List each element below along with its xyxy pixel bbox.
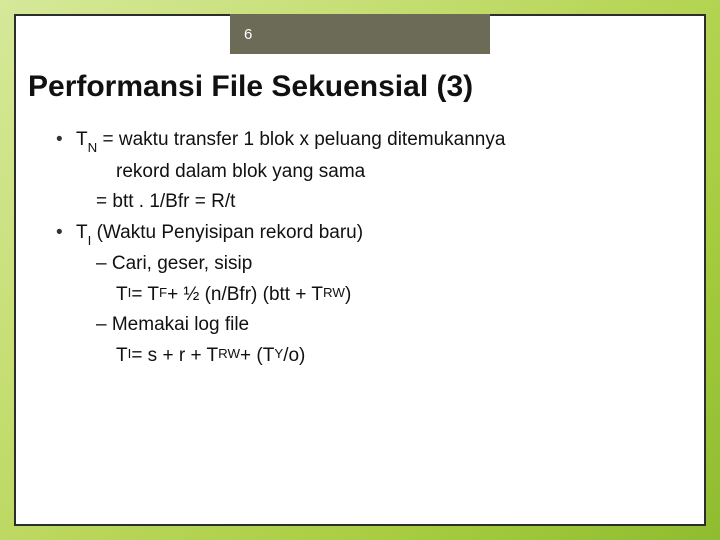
bullet-dot-icon: • xyxy=(56,126,76,155)
slide-content: • TN = waktu transfer 1 blok x peluang d… xyxy=(56,126,674,372)
indented-line: = btt . 1/Bfr = R/t xyxy=(56,188,674,217)
text: + ½ (n/Bfr) (btt + T xyxy=(167,281,323,310)
text: T xyxy=(116,281,128,310)
text: (Waktu Penyisipan rekord baru) xyxy=(91,222,363,243)
text: /o) xyxy=(283,342,305,371)
slide-title: Performansi File Sekuensial (3) xyxy=(28,70,473,104)
text: = waktu transfer 1 blok x peluang ditemu… xyxy=(97,129,505,150)
subscript: I xyxy=(88,233,92,248)
subscript: F xyxy=(159,283,167,303)
indented-line: rekord dalam blok yang sama xyxy=(56,158,674,187)
bullet-dot-icon: • xyxy=(56,219,76,248)
text: – Memakai log file xyxy=(96,311,249,340)
bullet-text: TN = waktu transfer 1 blok x peluang dit… xyxy=(76,126,674,156)
subscript: N xyxy=(88,140,98,155)
slide-inner: 6 Performansi File Sekuensial (3) • TN =… xyxy=(14,14,706,526)
subscript: I xyxy=(128,283,132,303)
text: = T xyxy=(131,281,159,310)
text: + (T xyxy=(240,342,274,371)
bullet-text: TI (Waktu Penyisipan rekord baru) xyxy=(76,219,674,249)
text: T xyxy=(76,129,88,150)
subscript: RW xyxy=(323,283,345,303)
text: = btt . 1/Bfr = R/t xyxy=(96,188,235,217)
subscript: RW xyxy=(218,344,240,364)
page-number: 6 xyxy=(244,26,252,43)
indented-line: TI = s + r + TRW + (TY/o) xyxy=(56,342,674,371)
text: T xyxy=(76,222,88,243)
bullet-item: • TN = waktu transfer 1 blok x peluang d… xyxy=(56,126,674,156)
text: ) xyxy=(345,281,351,310)
indented-line: – Cari, geser, sisip xyxy=(56,250,674,279)
page-number-box: 6 xyxy=(230,14,490,54)
text: rekord dalam blok yang sama xyxy=(116,158,365,187)
subscript: I xyxy=(128,344,132,364)
subscript: Y xyxy=(274,344,283,364)
slide: 6 Performansi File Sekuensial (3) • TN =… xyxy=(0,0,720,540)
indented-line: – Memakai log file xyxy=(56,311,674,340)
text: – Cari, geser, sisip xyxy=(96,250,252,279)
bullet-item: • TI (Waktu Penyisipan rekord baru) xyxy=(56,219,674,249)
text: = s + r + T xyxy=(131,342,218,371)
indented-line: TI = TF + ½ (n/Bfr) (btt + TRW) xyxy=(56,281,674,310)
text: T xyxy=(116,342,128,371)
